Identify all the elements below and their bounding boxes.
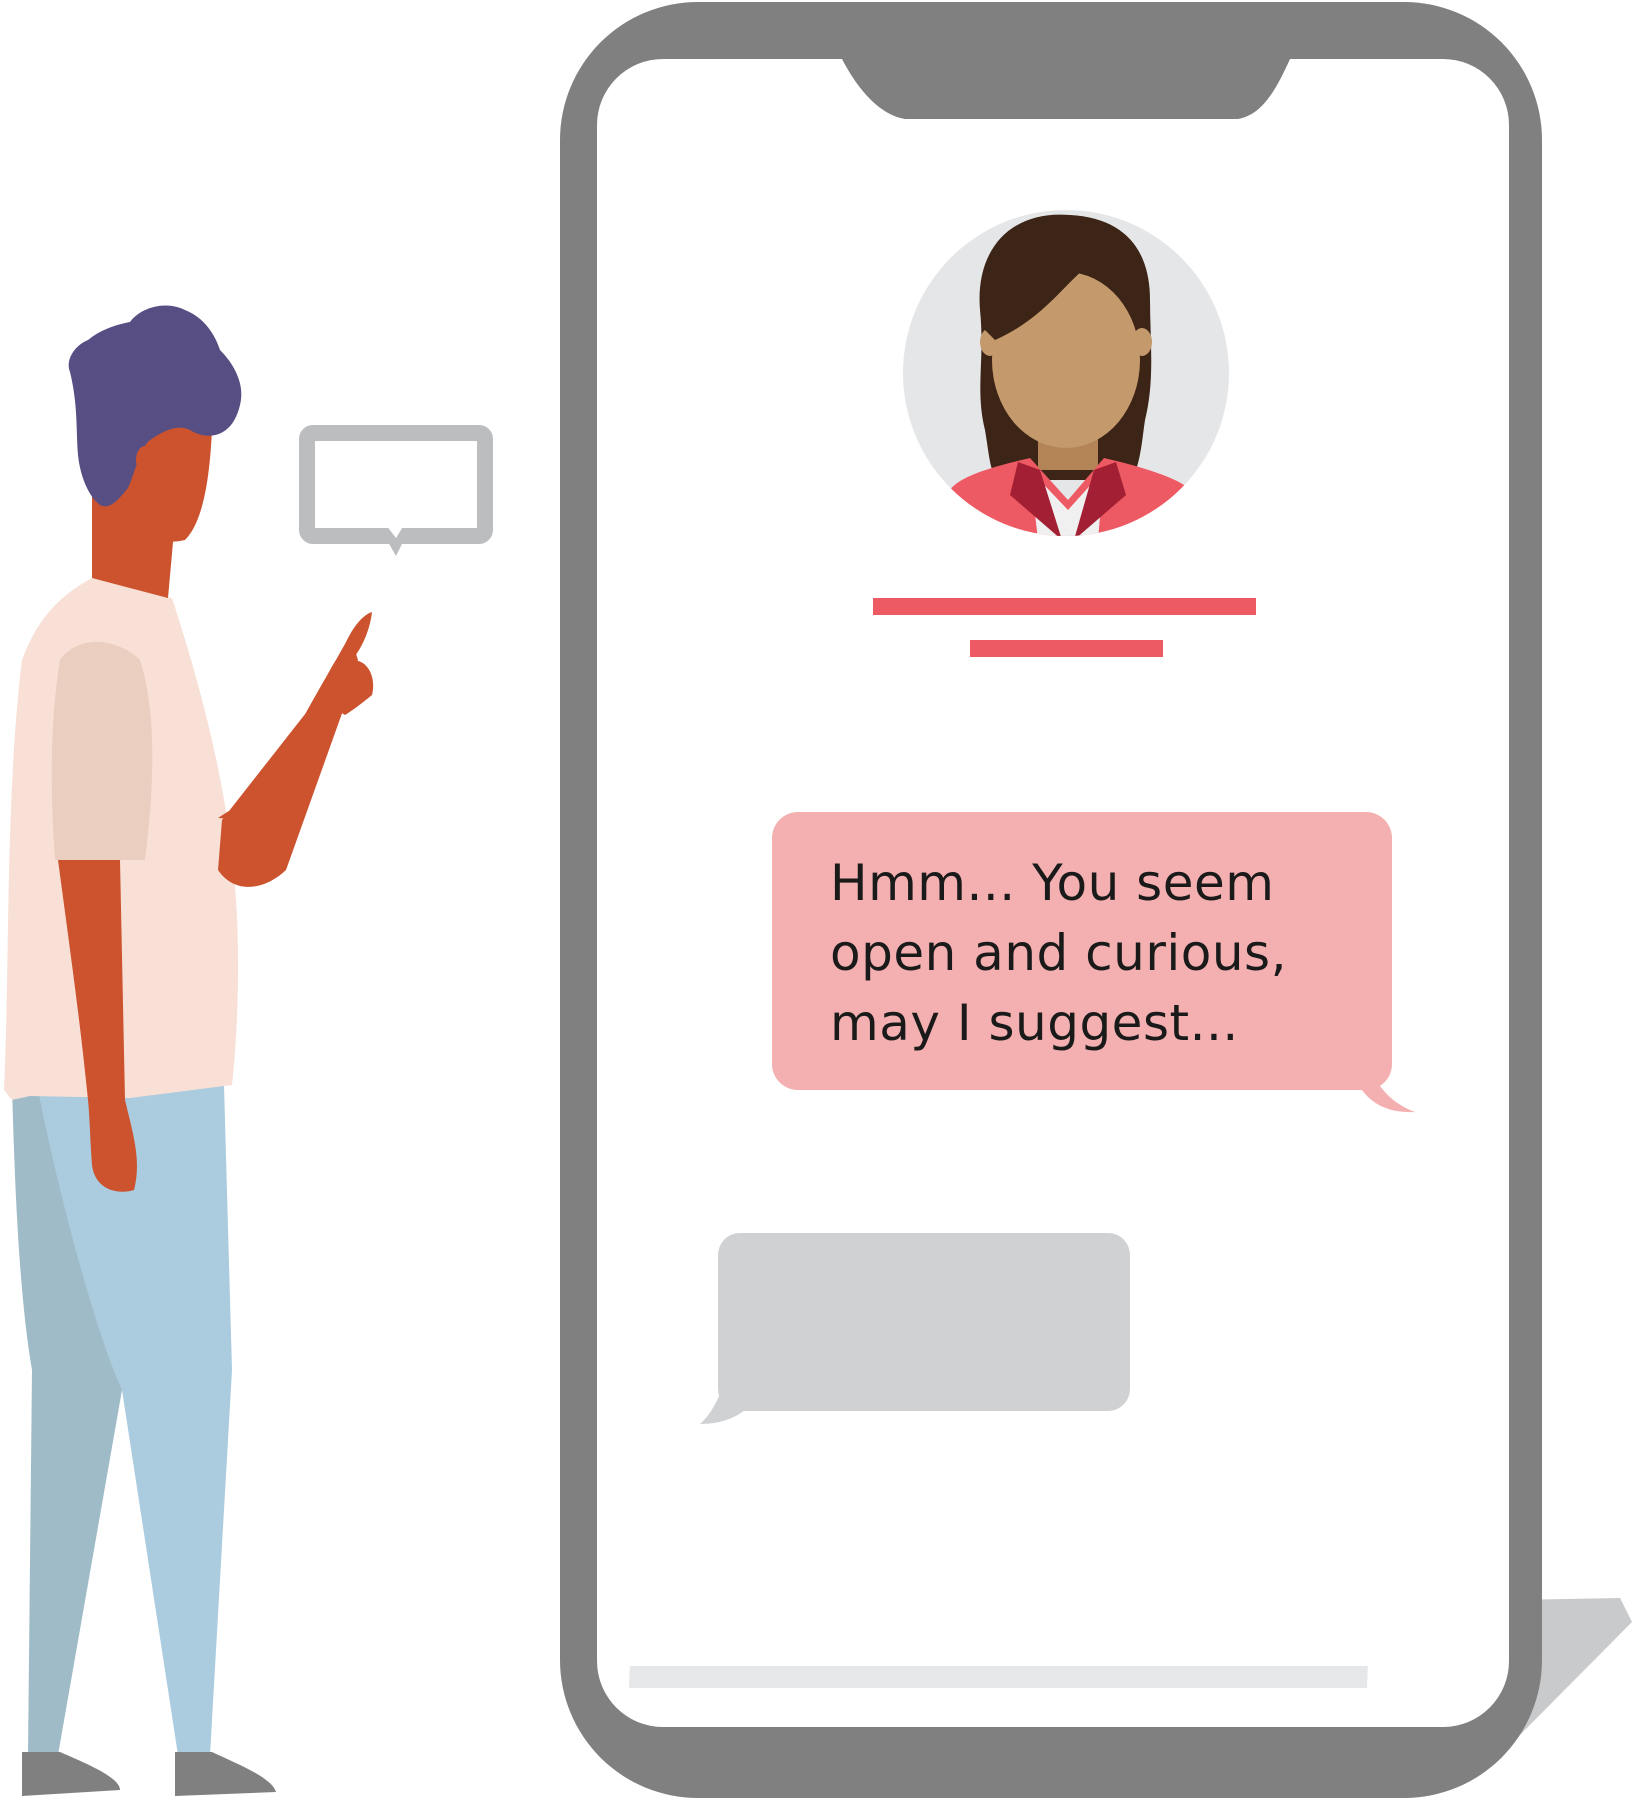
user-bubble-body bbox=[718, 1233, 1130, 1411]
man-shoe-back bbox=[22, 1752, 120, 1796]
phone-notch bbox=[842, 59, 1290, 119]
man-forearm bbox=[218, 695, 345, 887]
bot-message-line: Hmm... You seem bbox=[830, 854, 1275, 912]
avatar-ear-right bbox=[1132, 328, 1152, 356]
contact-subtitle-line bbox=[970, 640, 1163, 657]
user-message-bubble bbox=[700, 1233, 1130, 1424]
man-ear bbox=[136, 446, 154, 474]
speech-bubble-icon[interactable] bbox=[299, 425, 493, 556]
bot-message-text: Hmm... You seem open and curious, may I … bbox=[830, 848, 1390, 1058]
speech-bubble-outline bbox=[299, 425, 493, 544]
man-hand bbox=[320, 612, 374, 715]
man-sleeve bbox=[51, 641, 153, 860]
bot-message-line: may I suggest... bbox=[830, 994, 1239, 1052]
bot-message-line: open and curious, bbox=[830, 924, 1287, 982]
home-indicator-bar bbox=[629, 1666, 1368, 1688]
man-shoe-front bbox=[175, 1752, 276, 1796]
contact-name-line bbox=[873, 598, 1256, 615]
